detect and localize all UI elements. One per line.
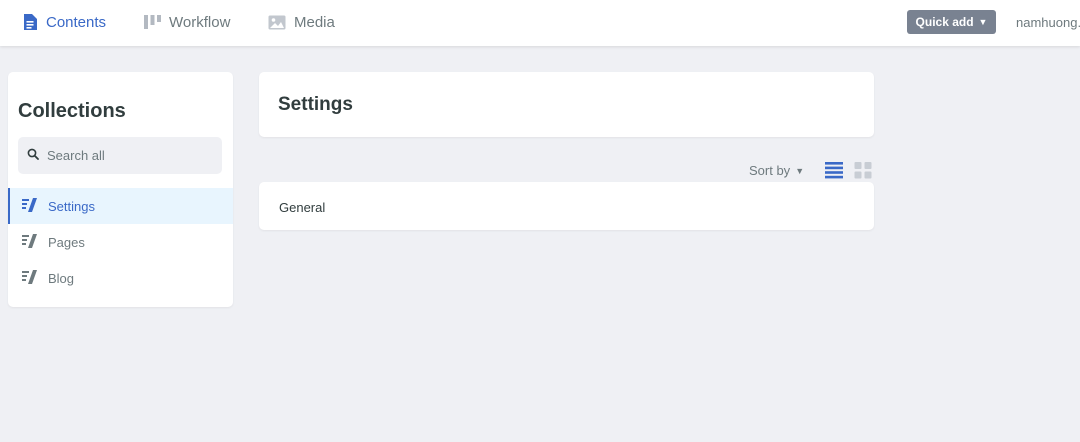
collection-header: Settings bbox=[259, 72, 874, 137]
collection-icon bbox=[22, 269, 38, 287]
nav-tab-label: Media bbox=[294, 13, 335, 31]
collection-icon bbox=[22, 197, 38, 215]
grid-view-icon bbox=[854, 162, 872, 183]
document-icon bbox=[22, 13, 38, 31]
collection-icon bbox=[22, 233, 38, 251]
nav-tab-media[interactable]: Media bbox=[268, 0, 335, 44]
caret-down-icon: ▼ bbox=[795, 165, 805, 176]
image-icon bbox=[268, 15, 286, 30]
collection-label: Pages bbox=[48, 234, 85, 250]
nav-tab-label: Workflow bbox=[169, 13, 231, 31]
user-menu[interactable]: namhuong. bbox=[1016, 15, 1080, 30]
list-view-button[interactable] bbox=[825, 161, 843, 184]
sort-by-dropdown[interactable]: Sort by ▼ bbox=[749, 163, 804, 178]
grid-view-button[interactable] bbox=[854, 161, 872, 184]
entry-card[interactable]: General bbox=[259, 182, 874, 230]
top-navigation: Contents Workflow Media Quick add ▼ namh… bbox=[0, 0, 1080, 46]
quick-add-label: Quick add bbox=[915, 15, 974, 29]
collection-label: Settings bbox=[48, 198, 95, 214]
quick-add-button[interactable]: Quick add ▼ bbox=[907, 10, 996, 34]
nav-tab-label: Contents bbox=[46, 13, 107, 31]
entry-title: General bbox=[279, 200, 326, 215]
collection-item-settings[interactable]: Settings bbox=[8, 188, 233, 224]
search-input[interactable] bbox=[47, 148, 207, 163]
caret-down-icon: ▼ bbox=[978, 16, 988, 27]
sort-by-label: Sort by bbox=[749, 163, 791, 178]
search-box[interactable] bbox=[18, 137, 222, 174]
search-icon bbox=[27, 147, 39, 165]
list-view-icon bbox=[825, 162, 843, 183]
sidebar-title: Collections bbox=[18, 100, 126, 122]
collection-item-pages[interactable]: Pages bbox=[8, 224, 233, 260]
nav-tab-contents[interactable]: Contents bbox=[22, 0, 106, 44]
workflow-icon bbox=[144, 14, 161, 30]
nav-tab-workflow[interactable]: Workflow bbox=[144, 0, 230, 44]
collection-item-blog[interactable]: Blog bbox=[8, 260, 233, 296]
page-title: Settings bbox=[278, 94, 353, 115]
collections-sidebar: Collections Settings bbox=[8, 72, 233, 307]
collection-label: Blog bbox=[48, 270, 75, 286]
